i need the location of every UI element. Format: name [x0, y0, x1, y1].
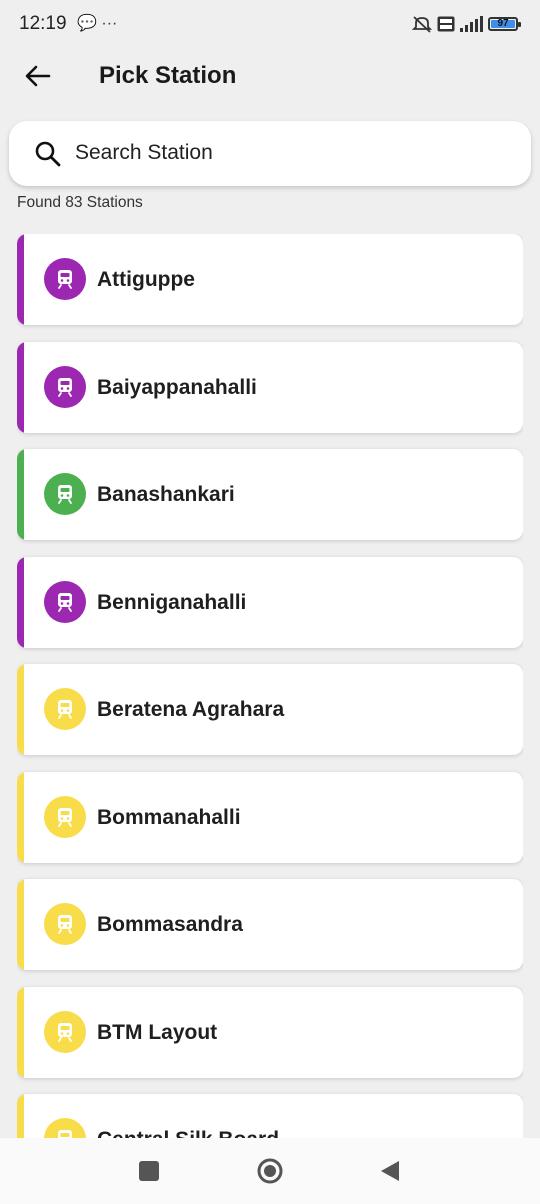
status-time: 12:19	[19, 13, 67, 34]
metro-train-icon	[44, 903, 86, 945]
status-icons-right: 97	[412, 12, 521, 36]
signal-icon	[460, 16, 483, 32]
station-card[interactable]: BTM Layout	[17, 986, 523, 1078]
search-input[interactable]	[75, 135, 505, 171]
results-count: Found 83 Stations	[17, 194, 143, 211]
line-color-bar	[17, 986, 24, 1078]
station-name: Central Silk Board	[97, 1128, 279, 1138]
mute-icon	[412, 16, 432, 33]
metro-train-icon	[44, 688, 86, 730]
station-name: Bommasandra	[97, 913, 243, 936]
metro-train-icon	[44, 258, 86, 300]
station-name: Attiguppe	[97, 268, 195, 291]
station-name: BTM Layout	[97, 1020, 218, 1044]
status-bar: 12:19 💬 ··· 97	[0, 0, 540, 48]
search-icon	[35, 141, 61, 167]
metro-train-icon	[44, 1118, 86, 1138]
system-nav-bar	[0, 1138, 540, 1204]
nav-back-button[interactable]	[374, 1155, 406, 1187]
app-bar: Pick Station	[0, 48, 540, 104]
back-button[interactable]	[20, 58, 56, 94]
triangle-back-icon	[381, 1161, 399, 1181]
station-name: Banashankari	[97, 483, 235, 506]
line-color-bar	[17, 879, 24, 970]
metro-train-icon	[44, 365, 86, 408]
line-color-bar	[17, 664, 24, 755]
line-color-bar	[17, 771, 24, 863]
recents-button[interactable]	[133, 1155, 165, 1187]
metro-train-icon	[44, 795, 86, 838]
line-color-bar	[17, 234, 24, 325]
station-card[interactable]: Benniganahalli	[17, 556, 523, 648]
station-card[interactable]: Beratena Agrahara	[17, 664, 523, 755]
notification-icons: 💬 ···	[77, 15, 118, 32]
station-name: Beratena Agrahara	[97, 698, 285, 721]
metro-train-icon	[44, 580, 86, 623]
volte-icon	[437, 16, 455, 32]
metro-train-icon	[44, 473, 86, 515]
line-color-bar	[17, 449, 24, 540]
line-color-bar	[17, 556, 24, 648]
station-name: Baiyappanahalli	[97, 375, 257, 399]
station-card[interactable]: Attiguppe	[17, 234, 523, 325]
metro-train-icon	[44, 1010, 86, 1053]
page-title: Pick Station	[99, 62, 237, 89]
station-card[interactable]: Banashankari	[17, 449, 523, 540]
station-card[interactable]: Bommasandra	[17, 879, 523, 970]
station-card[interactable]: Central Silk Board	[17, 1094, 523, 1138]
search-bar[interactable]	[9, 121, 531, 186]
station-card[interactable]: Bommanahalli	[17, 771, 523, 863]
circle-icon	[257, 1158, 283, 1184]
battery-icon: 97	[488, 17, 521, 31]
station-name: Benniganahalli	[97, 590, 247, 614]
station-list[interactable]: Attiguppe Baiyappanahalli Banashankari Benn…	[17, 234, 523, 1138]
station-card[interactable]: Baiyappanahalli	[17, 341, 523, 433]
home-button[interactable]	[254, 1155, 286, 1187]
arrow-left-icon	[25, 65, 51, 87]
station-name: Bommanahalli	[97, 805, 241, 829]
line-color-bar	[17, 1094, 24, 1138]
square-icon	[139, 1161, 159, 1181]
line-color-bar	[17, 341, 24, 433]
battery-level: 97	[497, 18, 509, 29]
